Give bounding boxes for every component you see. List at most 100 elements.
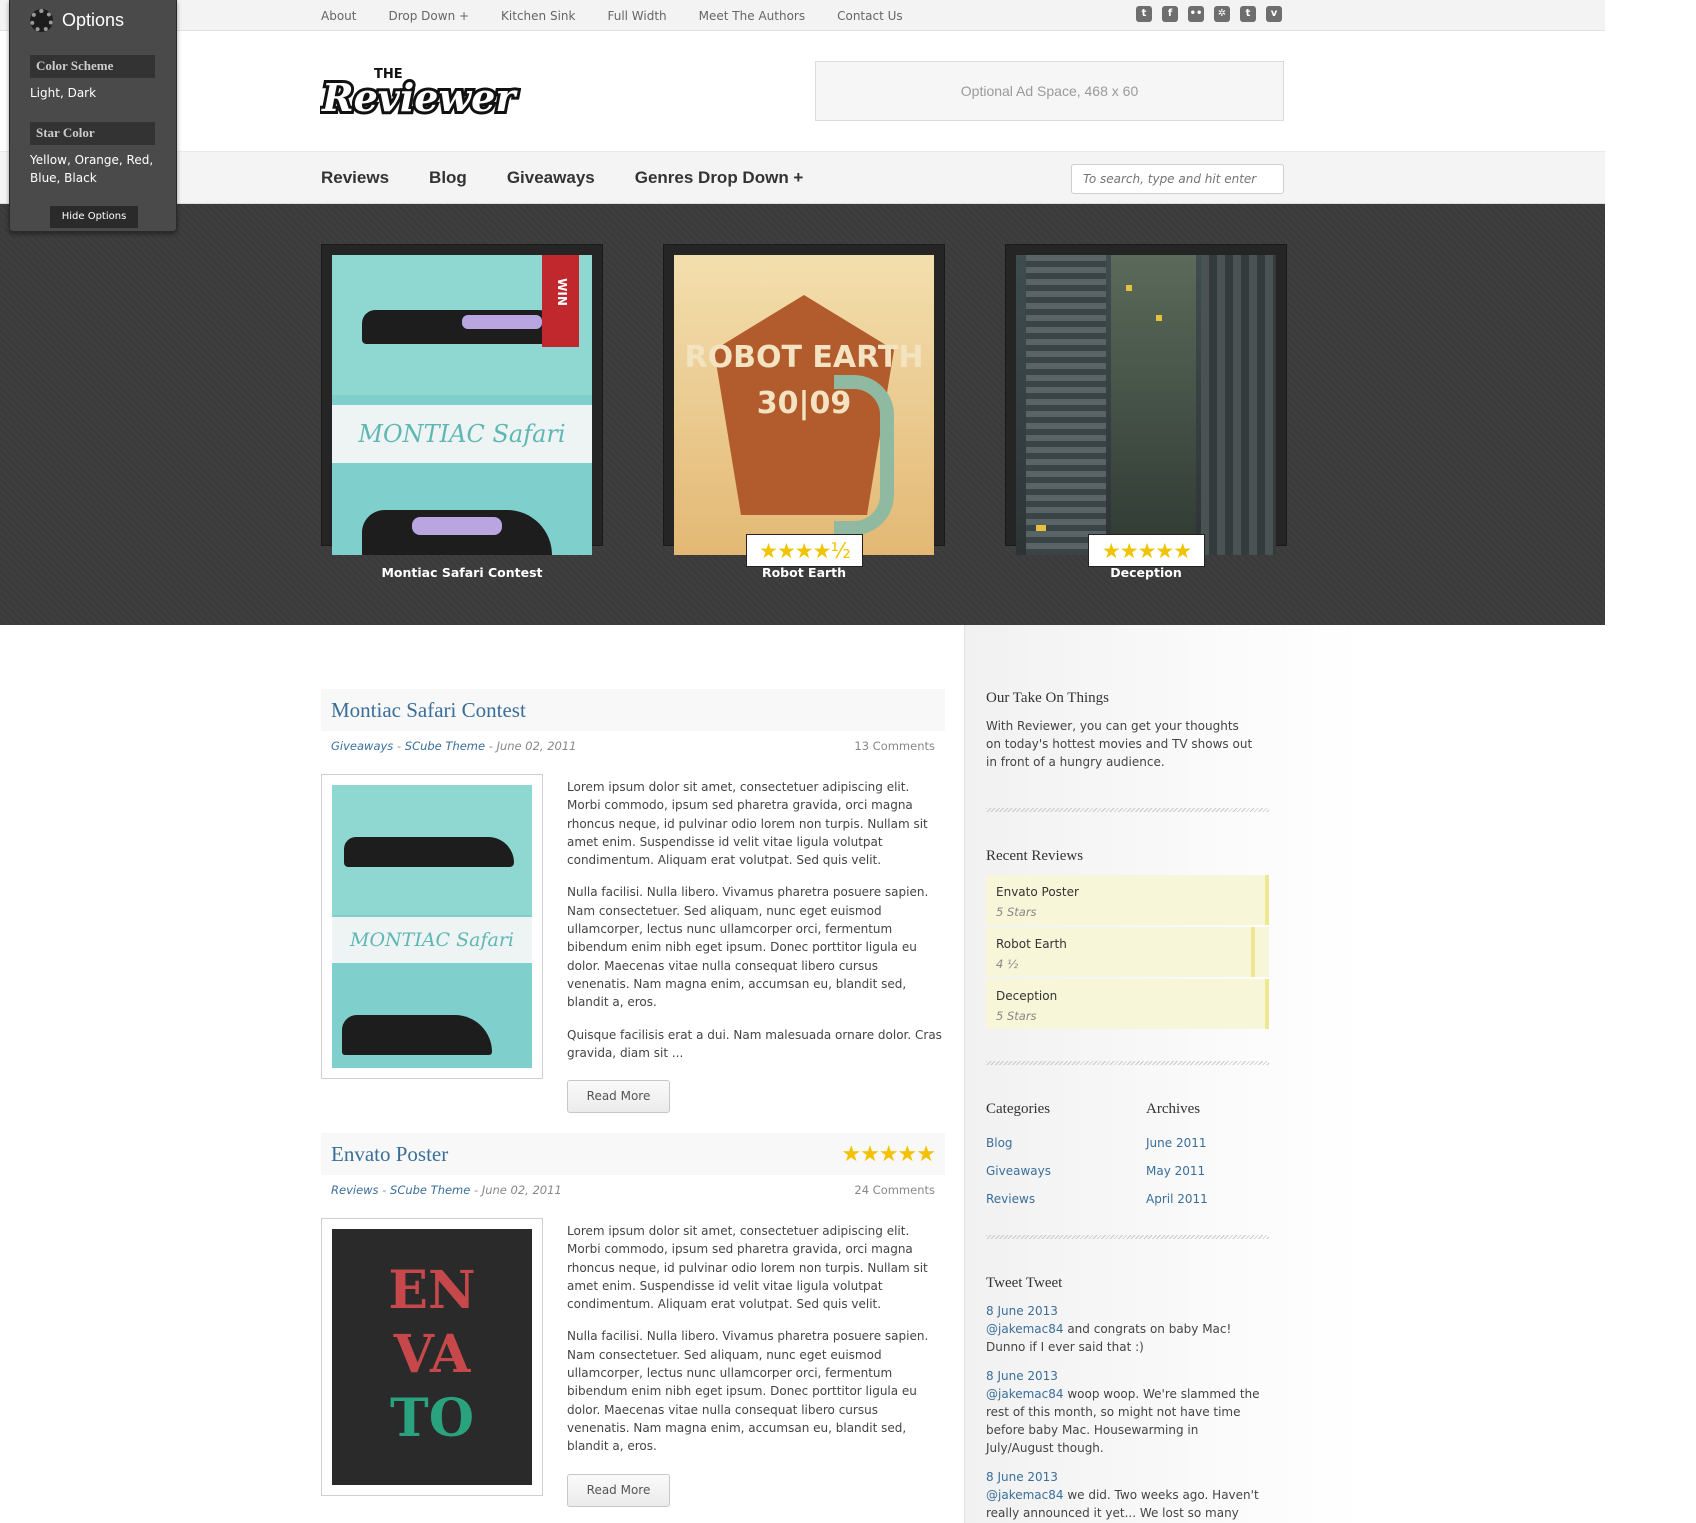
post-comments[interactable]: 24 Comments	[854, 1183, 935, 1197]
options-title: Options	[30, 9, 124, 32]
recent-review-item[interactable]: Robot Earth 4 ½	[986, 927, 1269, 977]
dribbble-icon[interactable]: ✲	[1214, 6, 1230, 22]
post: Montiac Safari Contest Giveaways - SCube…	[321, 689, 945, 1114]
win-ribbon: WIN	[542, 255, 579, 347]
tweet-user[interactable]: @jakemac84	[986, 1387, 1064, 1401]
post-comments[interactable]: 13 Comments	[854, 739, 935, 753]
poster-title: ROBOT EARTH 30|09	[684, 340, 924, 421]
featured-image-robot-earth[interactable]: ROBOT EARTH 30|09	[674, 255, 934, 555]
read-more-button[interactable]: Read More	[567, 1473, 670, 1507]
top-bar: About Drop Down + Kitchen Sink Full Widt…	[0, 0, 1605, 31]
category-link[interactable]: Blog	[986, 1129, 1051, 1157]
post-author[interactable]: SCube Theme	[390, 1183, 470, 1197]
sidebar: Our Take On Things With Reviewer, you ca…	[964, 625, 1364, 1523]
featured-caption[interactable]: Robot Earth	[663, 565, 945, 580]
tweet-date[interactable]: 8 June 2013	[986, 1367, 1266, 1385]
star-rating: ★★★★★	[1088, 534, 1205, 567]
poster-title: MONTIAC Safari	[358, 420, 566, 448]
tumblr-icon[interactable]: t	[1240, 6, 1256, 22]
featured-image-montiac[interactable]: MONTIAC Safari WIN	[332, 255, 592, 555]
widget-title: Tweet Tweet	[986, 1275, 1063, 1291]
star-rating: ★★★★★	[841, 1141, 936, 1167]
tweet-date[interactable]: 8 June 2013	[986, 1302, 1266, 1320]
categories-list: Blog Giveaways Reviews	[986, 1129, 1051, 1213]
topnav-about[interactable]: About	[321, 9, 356, 23]
archives-list: June 2011 May 2011 April 2011	[1146, 1129, 1208, 1213]
featured-image-deception[interactable]	[1016, 255, 1276, 555]
social-icons: t f •• ✲ t v	[1136, 6, 1282, 22]
divider	[986, 1235, 1269, 1239]
topnav-contact-us[interactable]: Contact Us	[837, 9, 903, 23]
post: Envato Poster ★★★★★ Reviews - SCube Them…	[321, 1133, 945, 1507]
vimeo-icon[interactable]: v	[1266, 6, 1282, 22]
hide-options-button[interactable]: Hide Options	[50, 206, 138, 228]
tweet: 8 June 2013 @jakemac84 we did. Two weeks…	[986, 1468, 1266, 1523]
tweet-user[interactable]: @jakemac84	[986, 1322, 1064, 1336]
widget-title: Archives	[1146, 1101, 1201, 1117]
nav-reviews[interactable]: Reviews	[321, 168, 389, 188]
recent-review-item[interactable]: Deception 5 Stars	[986, 979, 1269, 1029]
post-meta: Giveaways - SCube Theme - June 02, 2011 …	[331, 739, 935, 753]
options-panel: Options Color Scheme Light, Dark Star Co…	[9, 0, 177, 232]
tweet: 8 June 2013 @jakemac84 woop woop. We're …	[986, 1367, 1266, 1457]
archive-link[interactable]: June 2011	[1146, 1129, 1208, 1157]
nav-giveaways[interactable]: Giveaways	[507, 168, 595, 188]
post-title[interactable]: Montiac Safari Contest	[331, 698, 526, 723]
post-title[interactable]: Envato Poster	[331, 1142, 448, 1167]
featured-item[interactable]: ★★★★★ Deception	[1005, 244, 1287, 580]
search-input[interactable]	[1071, 164, 1284, 194]
topnav-kitchen-sink[interactable]: Kitchen Sink	[501, 9, 575, 23]
tweet-date[interactable]: 8 June 2013	[986, 1468, 1266, 1486]
topnav-full-width[interactable]: Full Width	[607, 9, 666, 23]
recent-review-item[interactable]: Envato Poster 5 Stars	[986, 875, 1269, 925]
svg-text:Reviewer: Reviewer	[321, 75, 518, 120]
star-rating: ★★★★½	[746, 534, 863, 567]
color-scheme-label: Color Scheme	[30, 55, 155, 78]
post-date: June 02, 2011	[496, 739, 577, 753]
site-header: THE Reviewer Optional Ad Space, 468 x 60	[0, 31, 1605, 152]
post-author[interactable]: SCube Theme	[405, 739, 485, 753]
post-category[interactable]: Reviews	[331, 1183, 379, 1197]
twitter-icon[interactable]: t	[1136, 6, 1152, 22]
gear-icon	[30, 9, 53, 32]
divider	[986, 1061, 1269, 1065]
post-paragraph: Nulla facilisi. Nulla libero. Vivamus ph…	[567, 1329, 929, 1454]
archive-link[interactable]: May 2011	[1146, 1157, 1208, 1185]
featured-slider: MONTIAC Safari WIN Montiac Safari Contes…	[0, 204, 1605, 625]
widget-title: Categories	[986, 1101, 1051, 1117]
topnav-meet-the-authors[interactable]: Meet The Authors	[699, 9, 805, 23]
post-excerpt: Lorem ipsum dolor sit amet, consectetuer…	[567, 1222, 943, 1507]
divider	[986, 808, 1269, 812]
read-more-button[interactable]: Read More	[567, 1080, 670, 1114]
featured-frame: ★★★★★	[1005, 244, 1287, 567]
post-thumbnail[interactable]: MONTIAC Safari	[321, 774, 543, 1079]
post-paragraph: Nulla facilisi. Nulla libero. Vivamus ph…	[567, 885, 929, 1010]
topnav-drop-down[interactable]: Drop Down +	[388, 9, 469, 23]
poster-title: MONTIAC Safari	[332, 917, 532, 963]
site-logo[interactable]: THE Reviewer	[320, 61, 522, 121]
poster-title: EN VA TO	[388, 1260, 476, 1449]
post-excerpt: Lorem ipsum dolor sit amet, consectetuer…	[567, 778, 943, 1114]
featured-item[interactable]: MONTIAC Safari WIN Montiac Safari Contes…	[321, 244, 603, 580]
nav-blog[interactable]: Blog	[429, 168, 467, 188]
facebook-icon[interactable]: f	[1162, 6, 1178, 22]
archive-link[interactable]: April 2011	[1146, 1185, 1208, 1213]
post-thumbnail[interactable]: EN VA TO	[321, 1218, 543, 1496]
ad-space[interactable]: Optional Ad Space, 468 x 60	[815, 61, 1284, 121]
featured-caption[interactable]: Montiac Safari Contest	[321, 565, 603, 580]
category-link[interactable]: Reviews	[986, 1185, 1051, 1213]
category-link[interactable]: Giveaways	[986, 1157, 1051, 1185]
featured-caption[interactable]: Deception	[1005, 565, 1287, 580]
post-paragraph: Lorem ipsum dolor sit amet, consectetuer…	[567, 1224, 928, 1312]
post-category[interactable]: Giveaways	[331, 739, 393, 753]
flickr-icon[interactable]: ••	[1188, 6, 1204, 22]
post-date: June 02, 2011	[481, 1183, 562, 1197]
star-color-options[interactable]: Yellow, Orange, Red, Blue, Black	[30, 151, 160, 187]
page: { "topnav":{"items":["About","Drop Down …	[0, 0, 1696, 1523]
color-scheme-options[interactable]: Light, Dark	[30, 84, 160, 102]
post-paragraph: Lorem ipsum dolor sit amet, consectetuer…	[567, 780, 928, 868]
nav-genres-drop-down[interactable]: Genres Drop Down +	[635, 168, 804, 188]
featured-item[interactable]: ROBOT EARTH 30|09 ★★★★½ Robot Earth	[663, 244, 945, 580]
tweet-user[interactable]: @jakemac84	[986, 1488, 1064, 1502]
post-paragraph: Quisque facilisis erat a dui. Nam malesu…	[567, 1027, 942, 1060]
